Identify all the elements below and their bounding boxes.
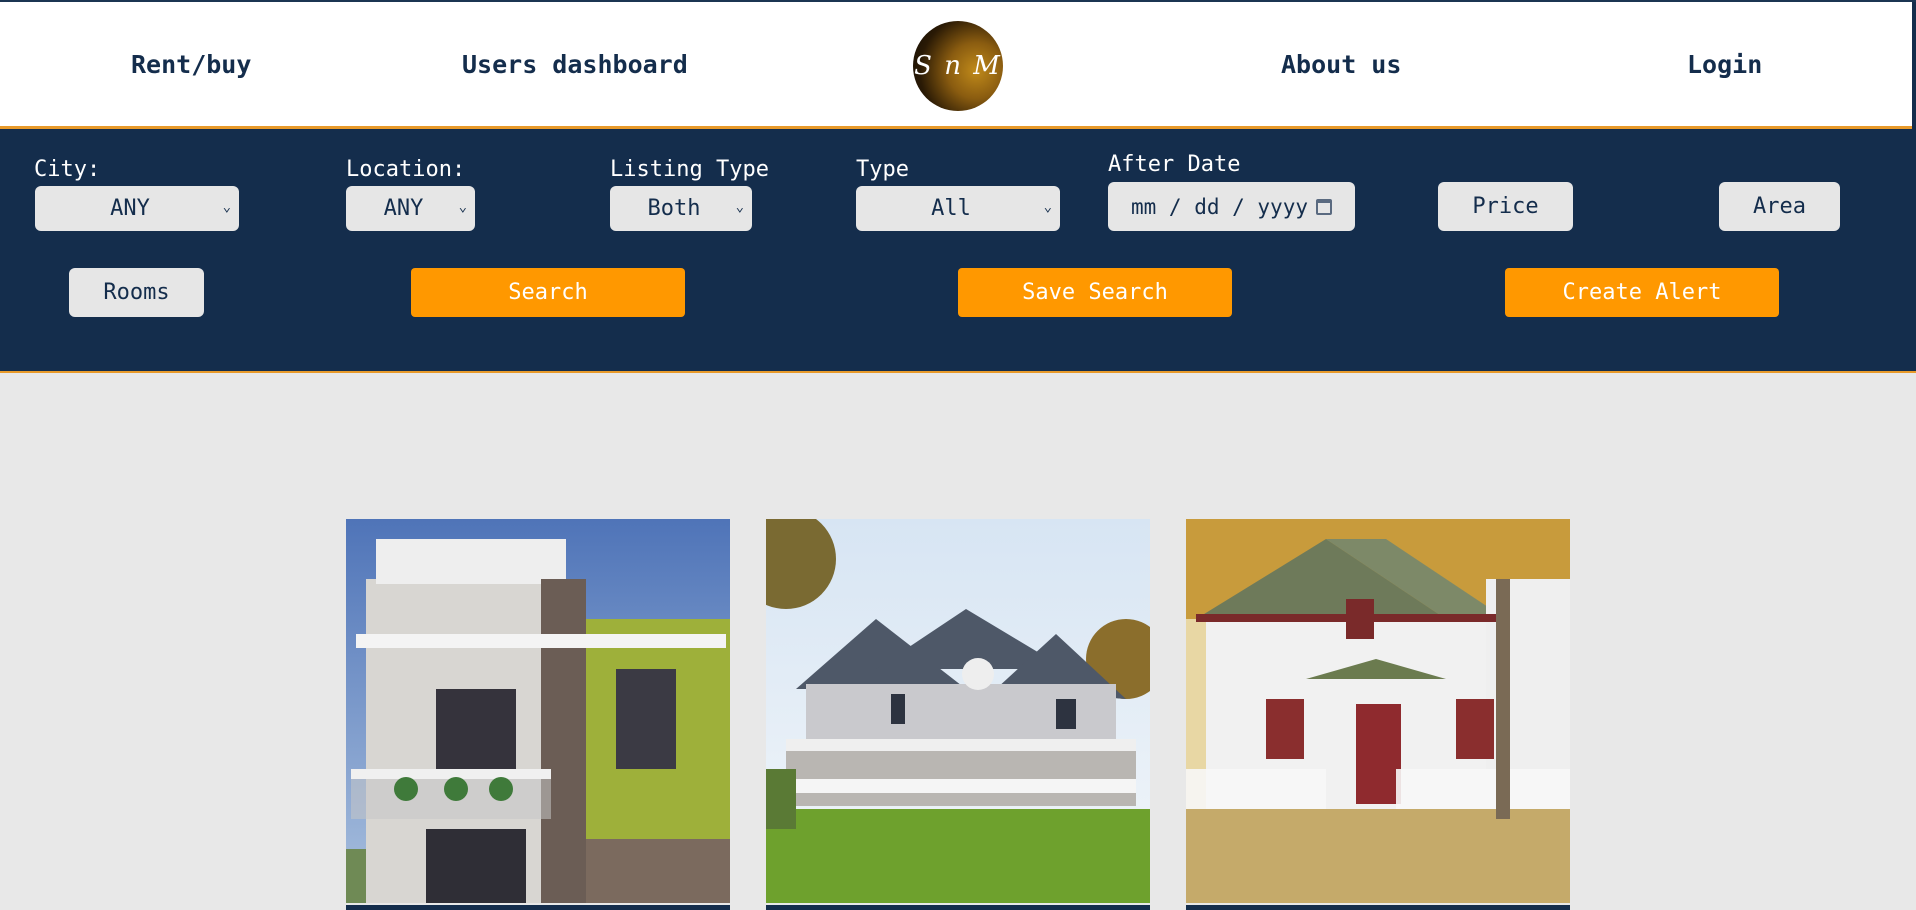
listing-card[interactable] <box>346 519 730 910</box>
after-date-input[interactable]: mm / dd / yyyy <box>1108 182 1355 231</box>
city-select[interactable]: ANY ⌄ <box>35 186 239 231</box>
card-footer-bar <box>346 905 730 910</box>
location-select[interactable]: ANY ⌄ <box>346 186 475 231</box>
save-search-button[interactable]: Save Search <box>958 268 1232 317</box>
scrollbar[interactable] <box>1912 2 1916 131</box>
location-label: Location: <box>346 157 466 182</box>
chevron-down-icon: ⌄ <box>1043 199 1052 215</box>
listing-card[interactable] <box>1186 519 1570 910</box>
chevron-down-icon: ⌄ <box>222 199 231 215</box>
price-button[interactable]: Price <box>1438 182 1573 231</box>
rooms-button[interactable]: Rooms <box>69 268 204 317</box>
type-label: Type <box>856 157 909 182</box>
listing-type-select-value: Both <box>647 196 701 221</box>
site-logo[interactable]: S n M <box>913 21 1003 111</box>
listing-card[interactable] <box>766 519 1150 910</box>
area-button[interactable]: Area <box>1719 182 1840 231</box>
search-button[interactable]: Search <box>411 268 685 317</box>
farmhouse-photo <box>766 519 1150 903</box>
nav-login[interactable]: Login <box>1687 50 1762 79</box>
nav-about-us[interactable]: About us <box>1281 50 1401 79</box>
city-select-value: ANY <box>110 196 150 221</box>
top-navbar: Rent/buy Users dashboard S n M About us … <box>0 0 1916 131</box>
chevron-down-icon: ⌄ <box>458 199 467 215</box>
nav-users-dashboard[interactable]: Users dashboard <box>462 50 688 79</box>
search-filter-panel <box>0 129 1916 373</box>
after-date-label: After Date <box>1108 152 1241 177</box>
modern-house-photo <box>346 519 730 903</box>
card-footer-bar <box>766 905 1150 910</box>
type-select-value: All <box>931 196 971 221</box>
cottage-photo <box>1186 519 1570 903</box>
listing-type-label: Listing Type <box>610 157 769 182</box>
type-select[interactable]: All ⌄ <box>856 186 1060 231</box>
logo-text: S n M <box>914 51 1002 81</box>
city-label: City: <box>34 157 101 182</box>
create-alert-button[interactable]: Create Alert <box>1505 268 1779 317</box>
chevron-down-icon: ⌄ <box>735 199 744 215</box>
nav-rent-buy[interactable]: Rent/buy <box>131 50 251 79</box>
calendar-icon[interactable] <box>1316 198 1332 215</box>
card-footer-bar <box>1186 905 1570 910</box>
date-placeholder: mm / dd / yyyy <box>1130 194 1308 219</box>
location-select-value: ANY <box>383 196 424 221</box>
listing-type-select[interactable]: Both ⌄ <box>610 186 752 231</box>
